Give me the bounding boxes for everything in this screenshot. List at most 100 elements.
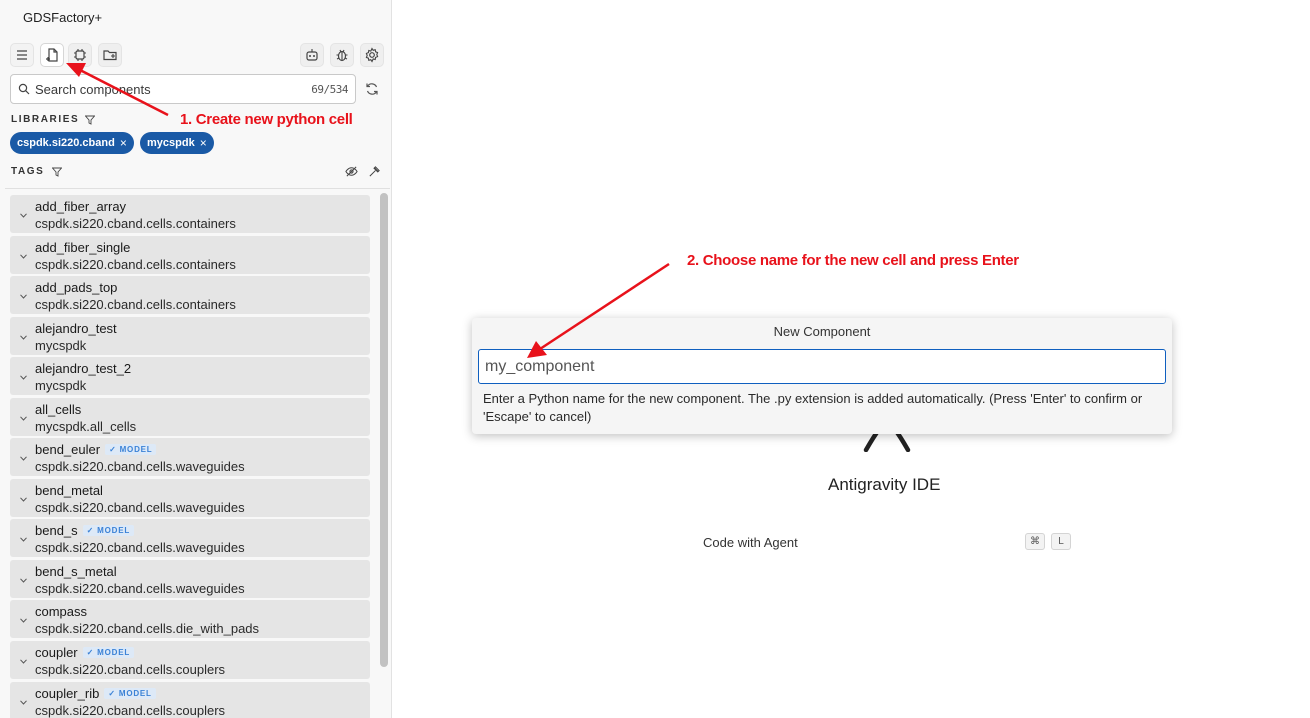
new-python-cell-button[interactable]	[40, 43, 64, 67]
library-chip-label: mycspdk	[147, 137, 195, 149]
chevron-down-icon[interactable]	[20, 659, 27, 664]
component-row[interactable]: compass cspdk.si220.cband.cells.die_with_…	[10, 600, 370, 639]
component-module: mycspdk	[35, 378, 87, 394]
component-name: coupler ✓ MODEL	[35, 645, 135, 660]
sidebar: GDSFactory+ Search components 69/534 LIB…	[0, 0, 392, 718]
component-name: bend_s ✓ MODEL	[35, 523, 135, 539]
chevron-down-icon[interactable]	[20, 375, 27, 380]
component-row[interactable]: add_fiber_single cspdk.si220.cband.cells.…	[10, 235, 370, 274]
model-badge: ✓ MODEL	[105, 444, 157, 456]
chevron-down-icon[interactable]	[20, 537, 27, 543]
component-module: cspdk.si220.cband.cells.couplers	[35, 662, 226, 678]
shortcut-key: ⌘	[1025, 533, 1045, 550]
component-name: add_fiber_single	[35, 240, 130, 255]
annotation-step-2: 2. Choose name for the new cell and pres…	[687, 252, 1019, 269]
component-module: cspdk.si220.cband.cells.waveguides	[35, 580, 245, 596]
component-module: mycspdk	[35, 337, 87, 353]
component-module: cspdk.si220.cband.cells.containers	[35, 297, 236, 313]
bug-icon	[336, 49, 348, 62]
component-row[interactable]: add_fiber_array cspdk.si220.cband.cells.c…	[10, 195, 370, 233]
component-module: cspdk.si220.cband.cells.die_with_pads	[35, 621, 260, 637]
component-name-text: alejandro_test_2	[35, 361, 132, 377]
search-icon	[18, 83, 30, 95]
component-name: all_cells	[35, 402, 81, 417]
refresh-icon[interactable]	[364, 81, 380, 97]
chevron-down-icon[interactable]	[20, 335, 27, 340]
chevron-down-icon[interactable]	[20, 294, 27, 299]
sidebar-scrollbar[interactable]	[380, 193, 388, 667]
chevron-down-icon[interactable]	[20, 618, 27, 624]
new-python-cell-icon	[46, 48, 58, 62]
component-row[interactable]: alejandro_test mycspdk	[10, 316, 370, 355]
annotation-step-1: 1. Create new python cell	[180, 111, 353, 128]
chevron-down-icon[interactable]	[20, 254, 27, 259]
app-title: GDSFactory+	[23, 10, 103, 25]
library-chip[interactable]: cspdk.si220.cband ×	[10, 132, 134, 154]
component-list: add_fiber_array cspdk.si220.cband.cells.c…	[10, 195, 370, 718]
model-badge: ✓ MODEL	[82, 647, 135, 659]
component-name: alejandro_test_2	[35, 361, 131, 376]
component-name: coupler_rib ✓ MODEL	[35, 686, 156, 701]
component-name: add_fiber_array	[35, 199, 126, 214]
code-with-agent-label[interactable]: Code with Agent	[703, 535, 798, 550]
chevron-down-icon[interactable]	[20, 416, 27, 421]
component-module: cspdk.si220.cband.cells.waveguides	[35, 459, 245, 475]
debug-button[interactable]	[330, 43, 354, 67]
component-name: bend_metal	[35, 483, 103, 498]
hide-icon[interactable]	[345, 165, 358, 178]
chevron-down-icon[interactable]	[20, 700, 27, 705]
component-name-text: all_cells	[35, 401, 82, 417]
chevron-down-icon[interactable]	[20, 578, 27, 583]
search-input[interactable]: Search components	[35, 82, 151, 97]
component-row[interactable]: coupler_rib ✓ MODEL cspdk.si220.cband.cell…	[10, 681, 370, 718]
component-module: cspdk.si220.cband.cells.containers	[35, 256, 236, 272]
component-row[interactable]: bend_s ✓ MODEL cspdk.si220.cband.cells.wav…	[10, 519, 370, 558]
chip-remove-icon[interactable]: ×	[120, 136, 127, 150]
component-row[interactable]: bend_metal cspdk.si220.cband.cells.wavegu…	[10, 478, 370, 517]
sidebar-toolbar	[10, 43, 384, 67]
component-row[interactable]: all_cells mycspdk.all_cells	[10, 397, 370, 436]
component-row[interactable]: bend_s_metal cspdk.si220.cband.cells.wave…	[10, 559, 370, 598]
component-name-text: alejandro_test	[35, 320, 117, 336]
component-name-text: bend_s	[35, 523, 78, 539]
menu-icon	[17, 50, 27, 60]
component-name-text: bend_metal	[35, 482, 103, 498]
chip-remove-icon[interactable]: ×	[200, 136, 207, 150]
library-chip[interactable]: mycspdk ×	[140, 132, 214, 154]
component-module: cspdk.si220.cband.cells.waveguides	[35, 540, 245, 556]
component-name-text: bend_s_metal	[35, 563, 117, 579]
libraries-filter-icon[interactable]	[85, 115, 95, 125]
component-row[interactable]: bend_euler ✓ MODEL cspdk.si220.cband.cells…	[10, 438, 370, 477]
menu-button[interactable]	[10, 43, 34, 67]
component-name-text: bend_euler	[35, 442, 101, 458]
component-name-input[interactable]	[478, 349, 1166, 384]
component-name: bend_euler ✓ MODEL	[35, 442, 157, 458]
search-box[interactable]: Search components 69/534	[10, 74, 356, 104]
hammer-icon[interactable]	[368, 165, 381, 178]
component-name: bend_s_metal	[35, 564, 117, 579]
chip-icon	[74, 49, 86, 61]
component-name: compass	[35, 604, 87, 619]
component-module: mycspdk.all_cells	[35, 418, 137, 434]
chevron-down-icon[interactable]	[20, 497, 27, 502]
component-row[interactable]: coupler ✓ MODEL cspdk.si220.cband.cells.co…	[10, 641, 370, 680]
chevron-down-icon[interactable]	[20, 213, 27, 218]
component-row[interactable]: alejandro_test_2mycspdk	[10, 357, 370, 396]
component-name-text: add_fiber_single	[35, 239, 131, 255]
dialog-help-text: Enter a Python name for the new componen…	[483, 391, 1143, 424]
library-chip-label: cspdk.si220.cband	[17, 137, 115, 149]
add-folder-button[interactable]	[98, 43, 122, 67]
chip-button[interactable]	[68, 43, 92, 67]
shortcut-key: L	[1051, 533, 1071, 550]
component-name-text: add_fiber_array	[35, 199, 127, 214]
agent-button[interactable]	[300, 43, 324, 67]
chevron-down-icon[interactable]	[20, 456, 27, 462]
component-module: cspdk.si220.cband.cells.couplers	[35, 702, 226, 718]
component-name: add_pads_top	[35, 280, 117, 295]
settings-button[interactable]	[360, 43, 384, 67]
tags-filter-icon[interactable]	[52, 167, 62, 177]
component-row[interactable]: add_pads_top cspdk.si220.cband.cells.cont…	[10, 276, 370, 315]
component-module: cspdk.si220.cband.cells.waveguides	[35, 499, 245, 515]
add-folder-icon	[103, 50, 117, 61]
libraries-label: LIBRARIES	[11, 114, 80, 125]
